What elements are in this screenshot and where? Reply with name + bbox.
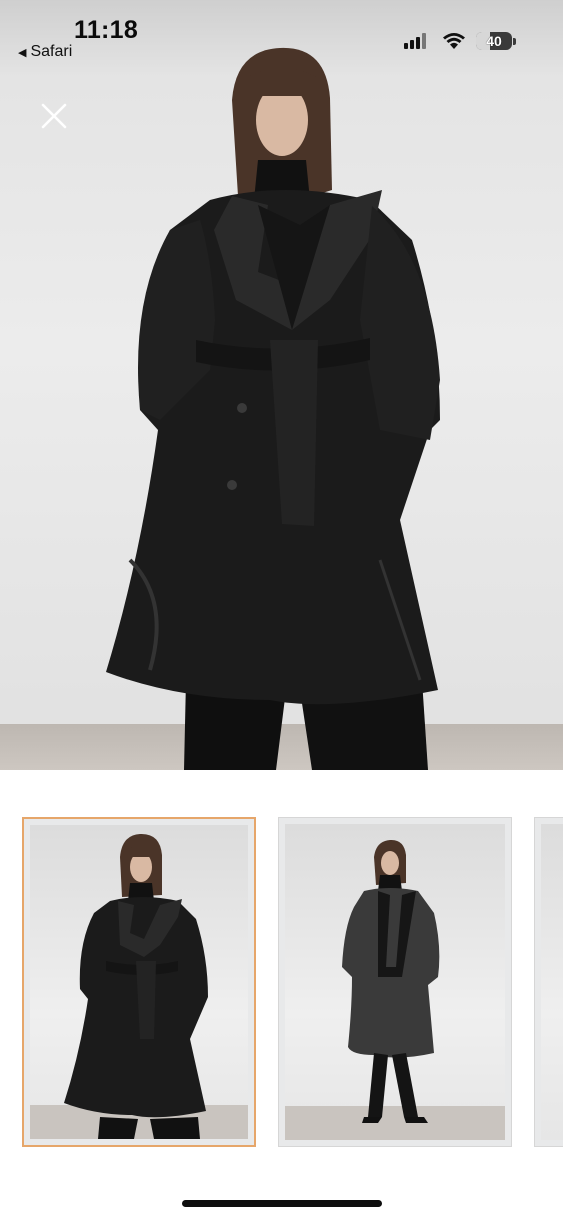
battery-level: 40 <box>486 33 502 49</box>
close-icon[interactable] <box>36 98 72 134</box>
battery-cap <box>513 38 516 45</box>
status-time: 11:18 <box>74 16 139 44</box>
thumbnail-1[interactable] <box>22 817 256 1147</box>
main-product-image <box>0 0 563 770</box>
thumbnail-strip <box>0 817 563 1151</box>
back-app-label: Safari <box>30 43 73 60</box>
back-to-safari-button[interactable]: ◀ Safari <box>18 43 72 61</box>
triangle-left-icon: ◀ <box>18 46 27 59</box>
cellular-signal-icon <box>404 33 426 49</box>
home-indicator[interactable] <box>182 1200 382 1207</box>
thumbnail-2[interactable] <box>278 817 512 1147</box>
thumbnail-3[interactable] <box>534 817 563 1147</box>
thumbnail-2-image <box>342 839 440 1123</box>
thumbnail-1-image <box>64 833 208 1139</box>
model-in-trench-coat-illustration <box>106 47 440 770</box>
battery-indicator: 40 <box>476 32 512 50</box>
status-bar: 11:18 ◀ Safari 40 <box>0 0 563 70</box>
wifi-icon <box>443 33 465 49</box>
